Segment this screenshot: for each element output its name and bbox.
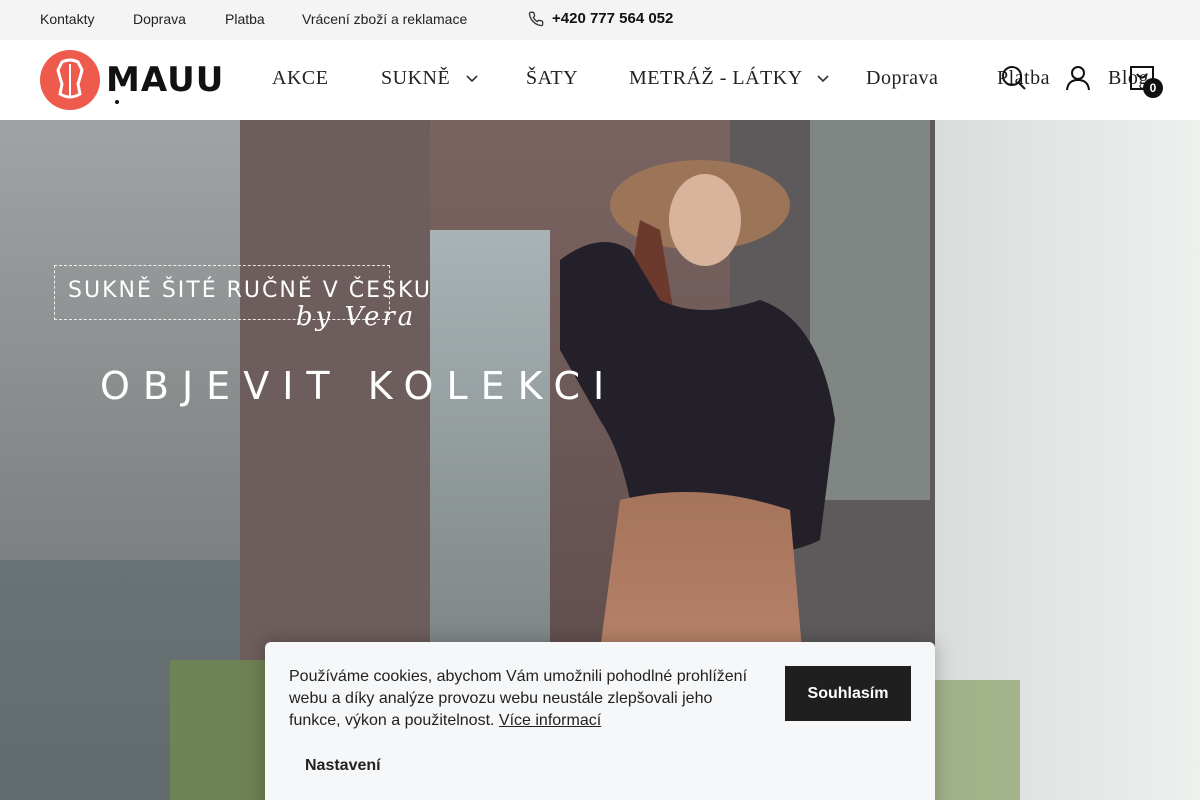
chevron-down-icon xyxy=(466,75,478,83)
nav-sukne-label: SUKNĚ xyxy=(381,67,451,89)
hero-signature: by Vera xyxy=(296,302,417,332)
cookie-settings-button[interactable]: Nastavení xyxy=(305,757,381,775)
search-button[interactable] xyxy=(1001,65,1027,96)
nav-akce[interactable]: AKCE xyxy=(272,67,328,90)
main-header: MAUU AKCE SUKNĚ ŠATY METRÁŽ - LÁTKY Dopr… xyxy=(0,40,1200,120)
dress-form-icon xyxy=(56,58,84,99)
logo-wordmark: MAUU xyxy=(106,60,224,104)
topbar-link-returns[interactable]: Vrácení zboží a reklamace xyxy=(302,11,467,27)
cookie-accept-button[interactable]: Souhlasím xyxy=(785,666,911,721)
logo-mark xyxy=(40,50,100,110)
cookie-text: Používáme cookies, abychom Vám umožnili … xyxy=(289,668,748,729)
nav-metraz-latky[interactable]: METRÁŽ - LÁTKY xyxy=(629,67,829,90)
hero-cta-link[interactable]: OBJEVIT KOLEKCI xyxy=(100,364,617,408)
user-icon xyxy=(1066,66,1090,91)
top-info-bar: Kontakty Doprava Platba Vrácení zboží a … xyxy=(0,0,1200,40)
phone-number: +420 777 564 052 xyxy=(552,10,674,27)
hero-tagline: SUKNĚ ŠITÉ RUČNĚ V ČESKU xyxy=(68,278,432,303)
search-icon xyxy=(1002,66,1026,90)
phone-icon xyxy=(528,11,544,26)
cookie-consent-panel: Používáme cookies, abychom Vám umožnili … xyxy=(265,642,935,800)
account-button[interactable] xyxy=(1065,65,1091,96)
phone-contact[interactable]: +420 777 564 052 xyxy=(528,10,673,27)
logo[interactable]: MAUU xyxy=(40,50,224,110)
cart-count-badge: 0 xyxy=(1143,78,1163,98)
topbar-link-kontakty[interactable]: Kontakty xyxy=(40,11,94,27)
nav-sukne[interactable]: SUKNĚ xyxy=(381,67,478,90)
nav-saty[interactable]: ŠATY xyxy=(526,67,578,90)
chevron-down-icon xyxy=(817,75,829,83)
topbar-link-doprava[interactable]: Doprava xyxy=(133,11,186,27)
nav-metraz-label: METRÁŽ - LÁTKY xyxy=(629,67,802,89)
topbar-link-platba[interactable]: Platba xyxy=(225,11,265,27)
nav-doprava[interactable]: Doprava xyxy=(866,67,938,90)
cookie-more-info-link[interactable]: Více informací xyxy=(499,712,601,729)
